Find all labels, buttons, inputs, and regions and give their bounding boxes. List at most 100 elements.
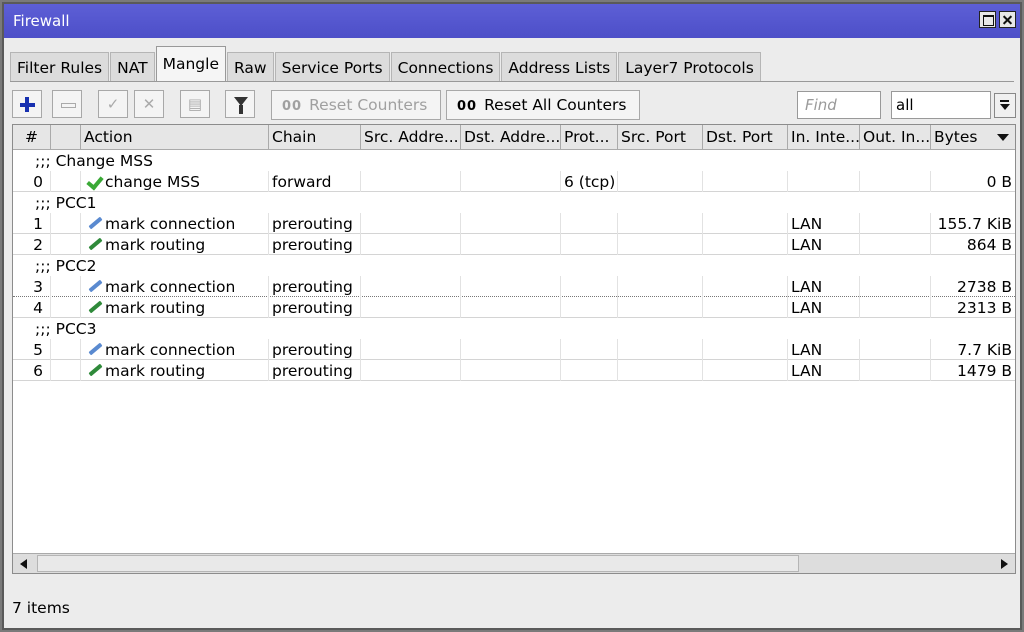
comment-text: ;;; PCC3 bbox=[35, 320, 97, 338]
col-header-bytes[interactable]: Bytes bbox=[931, 125, 999, 149]
maximize-icon[interactable] bbox=[979, 11, 996, 28]
cell-bytes: 155.7 KiB bbox=[931, 213, 1015, 234]
tab-bar: Filter Rules NAT Mangle Raw Service Port… bbox=[10, 46, 762, 82]
col-header-in-interface[interactable]: In. Inte... bbox=[788, 125, 860, 149]
cell-in: LAN bbox=[788, 297, 860, 318]
table-row[interactable]: 5 mark connection prerouting LAN 7.7 KiB bbox=[13, 339, 1015, 360]
action-label: mark connection bbox=[105, 278, 236, 296]
toolbar: ✓ ✕ ▤ 00 Reset Counters 00 Reset All Count… bbox=[12, 88, 1016, 122]
col-header-dst-address[interactable]: Dst. Addre... bbox=[461, 125, 561, 149]
tab-address-lists[interactable]: Address Lists bbox=[501, 52, 618, 82]
filter-button[interactable] bbox=[225, 90, 255, 118]
cell-out bbox=[860, 213, 931, 234]
horizontal-scrollbar[interactable] bbox=[13, 553, 1015, 573]
comment-row[interactable]: ;;; PCC2 bbox=[13, 255, 1015, 276]
reset-counters-button[interactable]: 00 Reset Counters bbox=[271, 90, 441, 120]
column-menu-icon[interactable] bbox=[997, 134, 1009, 141]
table-row[interactable]: 0 change MSS forward 6 (tcp) 0 B bbox=[13, 171, 1015, 192]
table-row[interactable]: 3 mark connection prerouting LAN 2738 B bbox=[13, 276, 1015, 297]
cell-action: change MSS bbox=[81, 171, 269, 192]
cell-proto bbox=[561, 234, 618, 255]
table-row[interactable]: 2 mark routing prerouting LAN 864 B bbox=[13, 234, 1015, 255]
comment-text: ;;; Change MSS bbox=[35, 152, 153, 170]
disable-button[interactable]: ✕ bbox=[134, 90, 164, 118]
reset-all-counters-button[interactable]: 00 Reset All Counters bbox=[446, 90, 640, 120]
scroll-left-icon[interactable] bbox=[15, 556, 35, 572]
tab-connections[interactable]: Connections bbox=[390, 52, 501, 82]
comment-row[interactable]: ;;; Change MSS bbox=[13, 150, 1015, 171]
col-header-number[interactable]: # bbox=[13, 125, 51, 149]
find-input[interactable]: Find bbox=[797, 91, 881, 119]
tab-filter-rules[interactable]: Filter Rules bbox=[10, 52, 110, 82]
title-bar[interactable]: Firewall bbox=[4, 4, 1020, 38]
col-header-chain[interactable]: Chain bbox=[269, 125, 361, 149]
cell-proto bbox=[561, 297, 618, 318]
table-row[interactable]: 6 mark routing prerouting LAN 1479 B bbox=[13, 360, 1015, 381]
cell-dst bbox=[461, 297, 561, 318]
cell-num: 1 bbox=[13, 213, 51, 234]
cell-src bbox=[361, 276, 461, 297]
comment-icon: ▤ bbox=[187, 95, 203, 113]
select-dropdown-icon[interactable] bbox=[994, 93, 1016, 118]
col-header-action[interactable]: Action bbox=[81, 125, 269, 149]
tab-raw[interactable]: Raw bbox=[227, 52, 274, 82]
cell-out bbox=[860, 276, 931, 297]
pen-green-icon bbox=[85, 299, 105, 315]
cell-dst bbox=[461, 171, 561, 192]
tab-nat[interactable]: NAT bbox=[110, 52, 155, 82]
col-header-out-interface[interactable]: Out. In... bbox=[860, 125, 931, 149]
cell-src bbox=[361, 339, 461, 360]
table-row[interactable]: 1 mark connection prerouting LAN 155.7 KiB bbox=[13, 213, 1015, 234]
tab-layer7-protocols[interactable]: Layer7 Protocols bbox=[618, 52, 761, 82]
action-label: mark routing bbox=[105, 236, 206, 254]
action-label: mark routing bbox=[105, 362, 206, 380]
cell-out bbox=[860, 360, 931, 381]
enable-button[interactable]: ✓ bbox=[98, 90, 128, 118]
comment-row[interactable]: ;;; PCC3 bbox=[13, 318, 1015, 339]
comment-row[interactable]: ;;; PCC1 bbox=[13, 192, 1015, 213]
cell-proto bbox=[561, 360, 618, 381]
cell-dport bbox=[703, 213, 788, 234]
reset-all-counters-label: Reset All Counters bbox=[484, 96, 627, 114]
cell-dst bbox=[461, 339, 561, 360]
reset-counters-label: Reset Counters bbox=[309, 96, 428, 114]
cell-flags bbox=[51, 234, 81, 255]
cell-dport bbox=[703, 297, 788, 318]
action-label: mark connection bbox=[105, 341, 236, 359]
cell-in: LAN bbox=[788, 276, 860, 297]
col-header-src-address[interactable]: Src. Addre... bbox=[361, 125, 461, 149]
disable-icon: ✕ bbox=[142, 95, 156, 113]
col-header-flags[interactable] bbox=[51, 125, 81, 149]
cell-src bbox=[361, 234, 461, 255]
tab-service-ports[interactable]: Service Ports bbox=[274, 52, 390, 82]
cell-num: 3 bbox=[13, 276, 51, 297]
cell-src bbox=[361, 360, 461, 381]
cell-num: 4 bbox=[13, 297, 51, 318]
remove-button[interactable] bbox=[52, 90, 82, 118]
scrollbar-thumb[interactable] bbox=[37, 555, 799, 572]
close-icon[interactable] bbox=[999, 11, 1016, 28]
cell-out bbox=[860, 339, 931, 360]
col-header-protocol[interactable]: Prot... bbox=[561, 125, 618, 149]
cell-num: 6 bbox=[13, 360, 51, 381]
action-label: mark routing bbox=[105, 299, 206, 317]
add-button[interactable] bbox=[12, 90, 42, 118]
tab-mangle[interactable]: Mangle bbox=[155, 46, 226, 82]
cell-sport bbox=[618, 297, 703, 318]
scroll-right-icon[interactable] bbox=[993, 556, 1013, 572]
table-row[interactable]: 4 mark routing prerouting LAN 2313 B bbox=[13, 297, 1015, 318]
col-header-src-port[interactable]: Src. Port bbox=[618, 125, 703, 149]
filter-select[interactable]: all bbox=[891, 91, 991, 119]
pen-green-icon bbox=[85, 362, 105, 378]
cell-sport bbox=[618, 360, 703, 381]
cell-proto: 6 (tcp) bbox=[561, 171, 618, 192]
comment-button[interactable]: ▤ bbox=[180, 90, 210, 118]
action-label: change MSS bbox=[105, 173, 201, 191]
cell-chain: prerouting bbox=[269, 234, 361, 255]
cell-action: mark connection bbox=[81, 213, 269, 234]
cell-bytes: 2313 B bbox=[931, 297, 1015, 318]
cell-num: 5 bbox=[13, 339, 51, 360]
filter-icon bbox=[234, 97, 248, 114]
cell-chain: prerouting bbox=[269, 339, 361, 360]
col-header-dst-port[interactable]: Dst. Port bbox=[703, 125, 788, 149]
